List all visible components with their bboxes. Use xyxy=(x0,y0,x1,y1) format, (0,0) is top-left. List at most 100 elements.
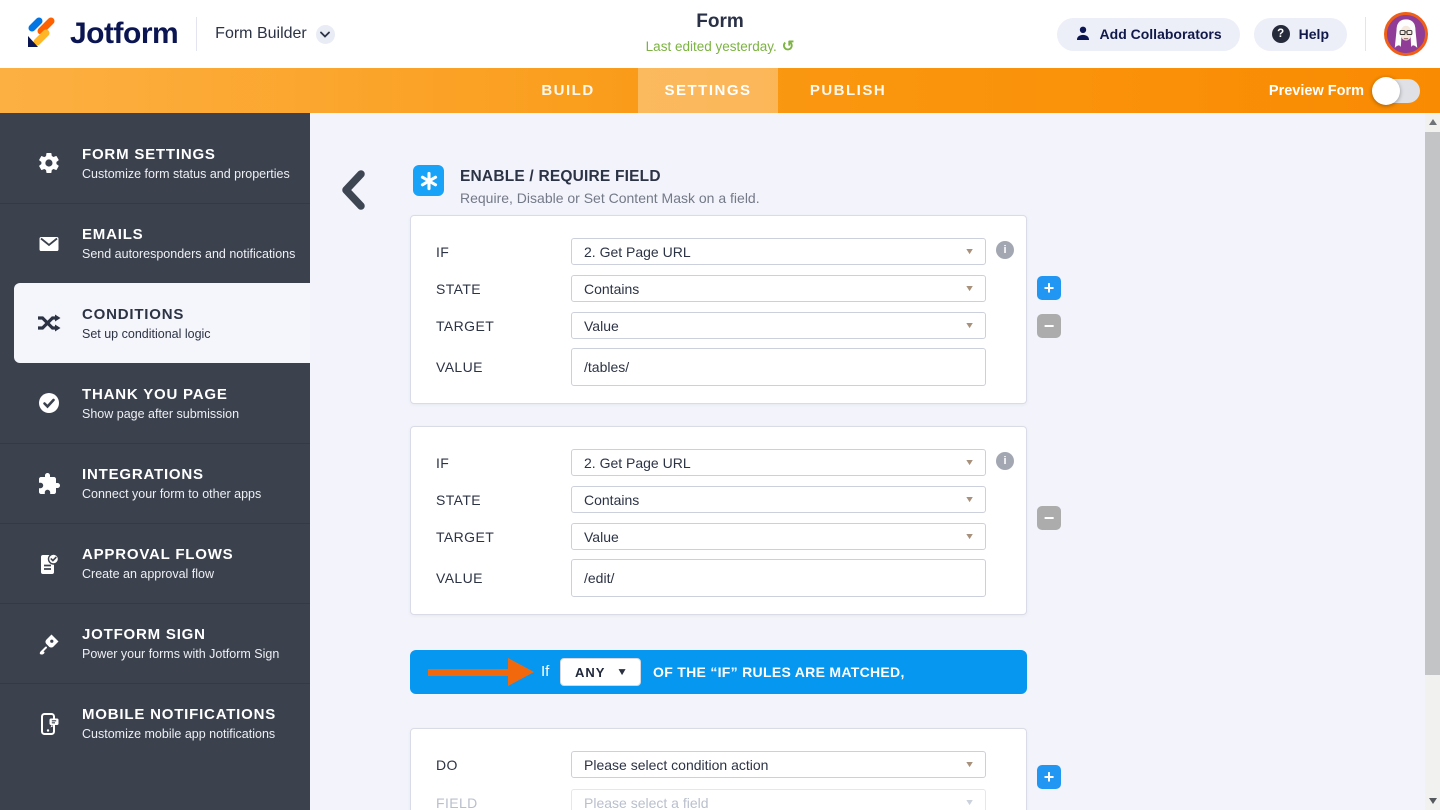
match-prefix: If xyxy=(541,663,549,680)
revert-icon[interactable]: ↺ xyxy=(782,37,795,55)
target-label: TARGET xyxy=(436,529,494,545)
sidebar-item-emails[interactable]: EMAILS Send autoresponders and notificat… xyxy=(0,203,310,283)
annotation-arrow-head xyxy=(508,658,534,686)
remove-rule-button[interactable]: − xyxy=(1037,314,1061,338)
sidebar-item-label: JOTFORM SIGN xyxy=(82,626,279,643)
field-dropdown[interactable]: Please select a field ▼ xyxy=(571,789,986,810)
target-dropdown[interactable]: Value ▼ xyxy=(571,523,986,550)
state-dropdown[interactable]: Contains ▼ xyxy=(571,275,986,302)
product-switcher[interactable]: Form Builder xyxy=(215,25,335,44)
tab-settings[interactable]: SETTINGS xyxy=(638,68,778,113)
sidebar-item-jotform-sign[interactable]: JOTFORM SIGN Power your forms with Jotfo… xyxy=(0,603,310,683)
last-edited-status: Last edited yesterday. ↺ xyxy=(646,37,795,55)
add-collaborators-label: Add Collaborators xyxy=(1100,26,1222,42)
settings-sidebar: FORM SETTINGS Customize form status and … xyxy=(0,113,310,810)
rules-match-bar: If ANY ▼ OF THE “IF” RULES ARE MATCHED, xyxy=(410,650,1027,694)
value-input[interactable] xyxy=(571,348,986,386)
match-suffix: OF THE “IF” RULES ARE MATCHED, xyxy=(653,664,905,680)
chevron-down-icon xyxy=(316,25,335,44)
scroll-down-button[interactable] xyxy=(1425,793,1440,809)
preview-form-label: Preview Form xyxy=(1269,83,1364,99)
sidebar-item-desc: Set up conditional logic xyxy=(82,327,211,341)
sidebar-item-thank-you-page[interactable]: THANK YOU PAGE Show page after submissio… xyxy=(0,363,310,443)
scroll-up-button[interactable] xyxy=(1425,114,1440,130)
value-input[interactable] xyxy=(571,559,986,597)
user-avatar[interactable] xyxy=(1384,12,1428,56)
jotform-logo-icon xyxy=(24,14,60,55)
caret-down-icon: ▼ xyxy=(964,759,975,769)
info-icon[interactable]: i xyxy=(996,241,1014,259)
sidebar-item-label: THANK YOU PAGE xyxy=(82,386,239,403)
last-edited-text: Last edited yesterday. xyxy=(646,39,777,54)
do-action-dropdown[interactable]: Please select condition action ▼ xyxy=(571,751,986,778)
sidebar-item-desc: Connect your form to other apps xyxy=(82,487,261,501)
tab-build[interactable]: BUILD xyxy=(498,68,638,113)
caret-down-icon: ▼ xyxy=(964,246,975,256)
help-button[interactable]: ? Help xyxy=(1254,18,1347,51)
state-dropdown[interactable]: Contains ▼ xyxy=(571,486,986,513)
caret-down-icon: ▼ xyxy=(964,457,975,467)
dropdown-value: Contains xyxy=(584,492,639,508)
sidebar-item-label: CONDITIONS xyxy=(82,306,211,323)
jotform-logo[interactable]: Jotform xyxy=(24,14,178,55)
puzzle-icon xyxy=(36,472,62,496)
gear-icon xyxy=(36,151,62,175)
add-rule-button[interactable]: + xyxy=(1037,276,1061,300)
tab-publish[interactable]: PUBLISH xyxy=(778,68,918,113)
add-collaborators-button[interactable]: Add Collaborators xyxy=(1057,18,1240,51)
triangle-down-icon xyxy=(1429,798,1437,804)
if-field-dropdown[interactable]: 2. Get Page URL ▼ xyxy=(571,449,986,476)
triangle-up-icon xyxy=(1429,119,1437,125)
sidebar-item-form-settings[interactable]: FORM SETTINGS Customize form status and … xyxy=(0,123,310,203)
scrollbar-thumb[interactable] xyxy=(1425,132,1440,675)
caret-down-icon: ▼ xyxy=(964,320,975,330)
check-circle-icon xyxy=(36,391,62,415)
info-icon[interactable]: i xyxy=(996,452,1014,470)
condition-rule-card: IF 2. Get Page URL ▼ i STATE Contains ▼ … xyxy=(410,215,1027,404)
sidebar-item-label: APPROVAL FLOWS xyxy=(82,546,233,563)
add-action-button[interactable]: + xyxy=(1037,765,1061,789)
approval-doc-icon xyxy=(36,552,62,576)
vertical-scrollbar xyxy=(1425,113,1440,810)
sidebar-item-conditions[interactable]: CONDITIONS Set up conditional logic xyxy=(14,283,310,363)
target-label: TARGET xyxy=(436,318,494,334)
person-icon xyxy=(1075,25,1091,44)
state-label: STATE xyxy=(436,281,481,297)
dropdown-placeholder: Please select a field xyxy=(584,795,709,810)
sidebar-item-desc: Create an approval flow xyxy=(82,567,233,581)
value-label: VALUE xyxy=(436,570,483,586)
sidebar-item-label: INTEGRATIONS xyxy=(82,466,261,483)
question-icon: ? xyxy=(1272,25,1290,43)
asterisk-icon xyxy=(413,165,444,196)
sidebar-item-label: MOBILE NOTIFICATIONS xyxy=(82,706,276,723)
shuffle-icon xyxy=(36,311,62,335)
caret-down-icon: ▼ xyxy=(964,283,975,293)
if-label: IF xyxy=(436,455,449,471)
field-label: FIELD xyxy=(436,795,478,810)
target-dropdown[interactable]: Value ▼ xyxy=(571,312,986,339)
form-builder-app: Jotform Form Builder Form Last edited ye… xyxy=(0,0,1440,810)
match-type-value: ANY xyxy=(575,665,605,680)
mobile-chat-icon xyxy=(36,712,62,736)
preview-form-toggle[interactable] xyxy=(1374,79,1420,103)
condition-action-card: DO Please select condition action ▼ FIEL… xyxy=(410,728,1027,810)
dropdown-value: Value xyxy=(584,529,619,545)
annotation-arrow-icon xyxy=(428,669,510,676)
sidebar-item-approval-flows[interactable]: APPROVAL FLOWS Create an approval flow xyxy=(0,523,310,603)
section-title: ENABLE / REQUIRE FIELD xyxy=(460,168,661,186)
sidebar-item-mobile-notifications[interactable]: MOBILE NOTIFICATIONS Customize mobile ap… xyxy=(0,683,310,763)
if-label: IF xyxy=(436,244,449,260)
match-type-select[interactable]: ANY ▼ xyxy=(560,658,641,686)
pen-nib-icon xyxy=(36,632,62,656)
remove-rule-button[interactable]: − xyxy=(1037,506,1061,530)
sidebar-item-label: EMAILS xyxy=(82,226,295,243)
condition-rule-card: IF 2. Get Page URL ▼ i STATE Contains ▼ … xyxy=(410,426,1027,615)
sidebar-item-integrations[interactable]: INTEGRATIONS Connect your form to other … xyxy=(0,443,310,523)
envelope-icon xyxy=(36,232,62,256)
back-button[interactable] xyxy=(340,170,366,210)
dropdown-value: Value xyxy=(584,318,619,334)
state-label: STATE xyxy=(436,492,481,508)
if-field-dropdown[interactable]: 2. Get Page URL ▼ xyxy=(571,238,986,265)
caret-down-icon: ▼ xyxy=(616,666,629,678)
header-divider xyxy=(1365,17,1366,51)
